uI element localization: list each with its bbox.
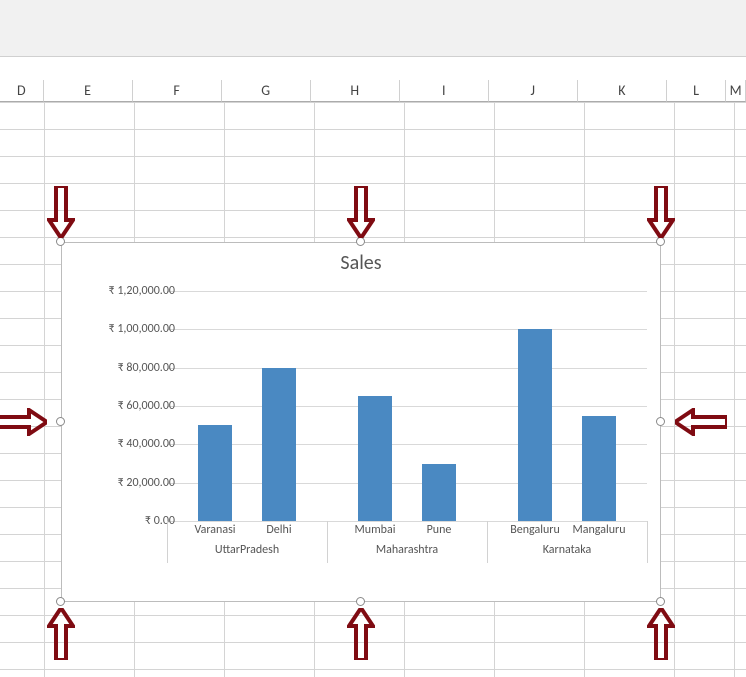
spreadsheet-grid: DEFGHIJKLM Sales ₹ 0.00 ₹ 20,000.00 ₹ 40,0…: [0, 80, 746, 677]
bar-bengaluru[interactable]: [518, 329, 552, 521]
column-header-I[interactable]: I: [400, 80, 489, 102]
y-tick-label: ₹ 0.00: [65, 514, 175, 528]
annotation-arrow-icon: [675, 408, 727, 436]
annotation-arrow-icon: [347, 608, 375, 660]
annotation-arrow-icon: [347, 186, 375, 238]
annotation-arrow-icon: [47, 186, 75, 238]
annotation-arrow-icon: [647, 608, 675, 660]
bar-pune[interactable]: [422, 464, 456, 522]
plot-area: [167, 291, 647, 521]
column-header-L[interactable]: L: [667, 80, 726, 102]
column-header-G[interactable]: G: [222, 80, 311, 102]
chart-resize-handle[interactable]: [56, 597, 65, 606]
y-tick-label: ₹ 1,20,000.00: [65, 284, 175, 298]
column-header-K[interactable]: K: [578, 80, 667, 102]
y-tick-label: ₹ 40,000.00: [65, 437, 175, 451]
y-tick-label: ₹ 60,000.00: [65, 399, 175, 413]
column-header-J[interactable]: J: [489, 80, 578, 102]
column-header-H[interactable]: H: [311, 80, 400, 102]
bar-mumbai[interactable]: [358, 396, 392, 521]
column-header-F[interactable]: F: [133, 80, 222, 102]
chart-resize-handle[interactable]: [656, 237, 665, 246]
column-header-row: DEFGHIJKLM: [0, 80, 746, 102]
annotation-arrow-icon: [0, 408, 47, 436]
category-label: Mumbai: [355, 523, 396, 537]
category-label: Mangaluru: [572, 523, 625, 537]
bar-delhi[interactable]: [262, 368, 296, 521]
category-label: Bengaluru: [510, 523, 560, 537]
y-tick-label: ₹ 80,000.00: [65, 361, 175, 375]
category-label: Pune: [427, 523, 452, 537]
group-label: Karnataka: [543, 543, 592, 557]
chart-title: Sales: [62, 251, 660, 275]
y-tick-label: ₹ 20,000.00: [65, 476, 175, 490]
chart-resize-handle[interactable]: [656, 417, 665, 426]
ribbon-area: [0, 0, 746, 57]
chart-resize-handle[interactable]: [56, 417, 65, 426]
bar-mangaluru[interactable]: [582, 416, 616, 521]
group-label: UttarPradesh: [215, 543, 279, 557]
bar-varanasi[interactable]: [198, 425, 232, 521]
chart-resize-handle[interactable]: [656, 597, 665, 606]
annotation-arrow-icon: [47, 608, 75, 660]
y-tick-label: ₹ 1,00,000.00: [65, 322, 175, 336]
category-label: Delhi: [266, 523, 291, 537]
embedded-chart[interactable]: Sales ₹ 0.00 ₹ 20,000.00 ₹ 40,000.00 ₹ 60,0…: [61, 242, 661, 602]
column-header-E[interactable]: E: [44, 80, 133, 102]
chart-resize-handle[interactable]: [356, 237, 365, 246]
annotation-arrow-icon: [647, 186, 675, 238]
category-label: Varanasi: [194, 523, 235, 537]
chart-resize-handle[interactable]: [56, 237, 65, 246]
column-header-M[interactable]: M: [726, 80, 746, 102]
chart-resize-handle[interactable]: [356, 597, 365, 606]
column-header-D[interactable]: D: [0, 80, 44, 102]
group-label: Maharashtra: [376, 543, 438, 557]
